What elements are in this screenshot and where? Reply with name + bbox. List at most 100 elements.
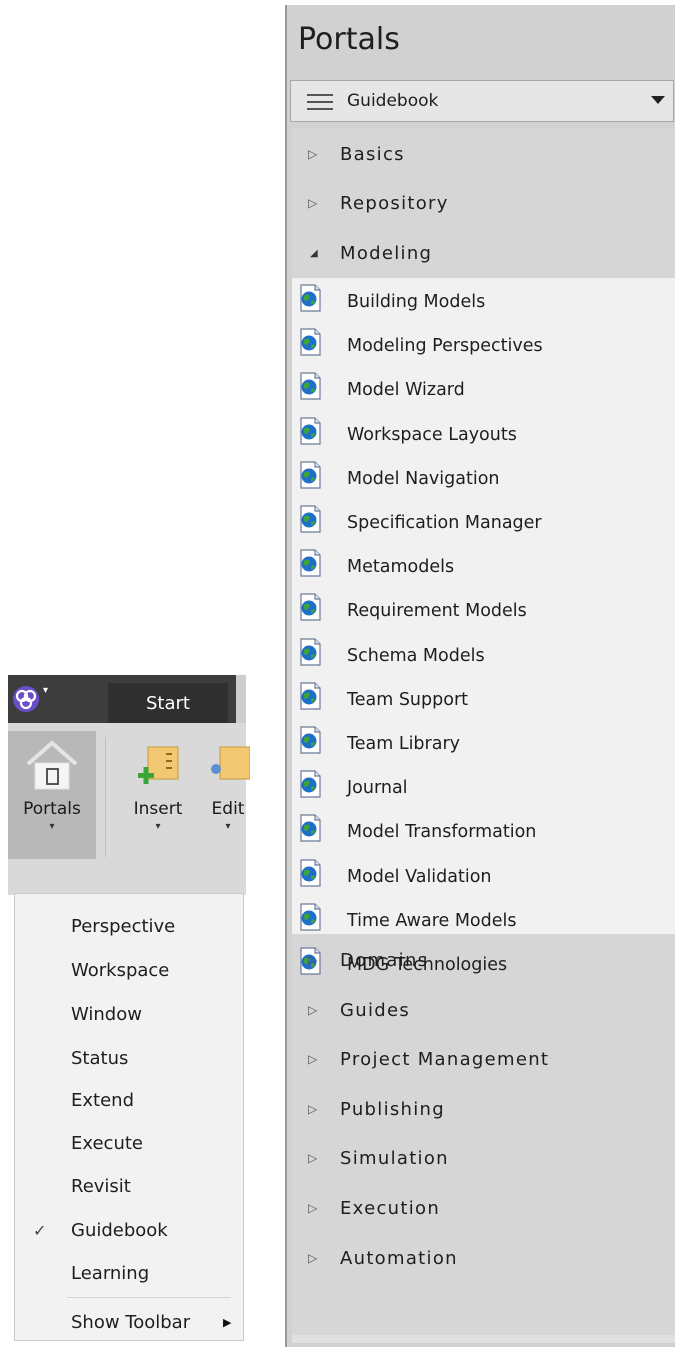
ribbon: ▾ Start Portals ▾ Insert ▾ Edit ▾ (8, 675, 250, 895)
tab-start[interactable]: Start (108, 683, 228, 723)
web-page-icon (300, 858, 321, 887)
menu-item-window[interactable]: Window (15, 994, 243, 1034)
menu-item-label: Revisit (71, 1175, 131, 1197)
web-page-icon (300, 549, 321, 577)
menu-item-workspace[interactable]: Workspace (15, 950, 243, 990)
menu-item-label: Extend (71, 1089, 134, 1111)
page-label: Model Transformation (347, 822, 537, 843)
menu-item-perspective[interactable]: Perspective (15, 906, 243, 946)
expand-arrow-icon: ▷ (308, 196, 319, 210)
ribbon-title-bar: ▾ Start (8, 675, 246, 723)
expand-arrow-icon: ▷ (308, 1151, 319, 1165)
category-label: Modeling (340, 242, 433, 264)
menu-item-label: Window (71, 1003, 142, 1025)
app-logo-icon (13, 686, 39, 712)
menu-item-revisit[interactable]: Revisit (15, 1166, 243, 1206)
page-label: Model Validation (347, 866, 492, 887)
page-label: Workspace Layouts (347, 424, 517, 445)
category-execution[interactable]: ▷ Execution (292, 1184, 675, 1232)
home-icon (24, 735, 80, 795)
page-label: Journal (347, 778, 408, 799)
web-page-icon (300, 284, 321, 312)
page-label: Metamodels (347, 557, 455, 578)
page-label: Team Library (347, 734, 461, 754)
modeling-page-item[interactable]: Team Support (292, 678, 675, 722)
category-label: Execution (340, 1197, 441, 1219)
category-automation[interactable]: ▷ Automation (292, 1234, 675, 1282)
web-page-icon (300, 372, 321, 400)
modeling-page-item[interactable]: Workspace Layouts (292, 413, 675, 457)
portal-selector-value: Guidebook (347, 91, 439, 111)
edit-element-icon (206, 735, 250, 795)
modeling-page-item[interactable]: Metamodels (292, 545, 675, 589)
chevron-down-icon: ▾ (49, 821, 55, 832)
portal-selector-dropdown[interactable]: Guidebook (290, 80, 674, 122)
category-publishing[interactable]: ▷ Publishing (292, 1085, 675, 1133)
web-page-icon (300, 593, 321, 621)
category-label: Basics (340, 143, 405, 165)
panel-bottom-strip (292, 1335, 675, 1343)
category-label: Simulation (340, 1147, 449, 1169)
modeling-page-item[interactable]: Model Navigation (292, 457, 675, 501)
menu-item-learning[interactable]: Learning (15, 1253, 243, 1293)
check-icon: ✓ (33, 1220, 47, 1240)
modeling-page-item[interactable]: Requirement Models (292, 589, 675, 633)
menu-item-label: Execute (71, 1132, 143, 1154)
modeling-page-item[interactable]: Modeling Perspectives (292, 324, 675, 368)
insert-label: Insert (133, 799, 183, 819)
web-page-icon (300, 682, 321, 710)
ribbon-tab-edge (236, 675, 246, 723)
insert-button[interactable]: Insert ▾ (116, 731, 200, 861)
web-page-icon (300, 416, 321, 445)
app-menu-button[interactable]: ▾ (8, 675, 48, 723)
modeling-page-item[interactable]: Model Transformation (292, 810, 675, 854)
edit-button[interactable]: Edit ▾ (206, 731, 250, 861)
page-label: Schema Models (347, 645, 485, 666)
web-page-icon (300, 328, 321, 356)
expand-arrow-icon: ▷ (308, 1251, 319, 1265)
web-page-icon (300, 814, 321, 842)
menu-item-execute[interactable]: Execute (15, 1123, 243, 1163)
menu-item-label: Perspective (71, 915, 176, 937)
modeling-page-item[interactable]: Team Library (292, 722, 675, 766)
expand-arrow-icon: ▷ (308, 1052, 319, 1066)
category-project-management[interactable]: ▷ Project Management (292, 1035, 675, 1083)
page-label: Team Support (347, 689, 468, 710)
modeling-page-item[interactable]: Model Wizard (292, 368, 675, 412)
page-label: Building Models (347, 292, 486, 312)
category-repository[interactable]: ▷ Repository (292, 179, 675, 227)
menu-item-show-toolbar[interactable]: Show Toolbar ▶ (15, 1302, 243, 1342)
modeling-page-item[interactable]: Model Validation (292, 855, 675, 899)
menu-item-label: Show Toolbar (71, 1311, 191, 1333)
modeling-page-item[interactable]: Building Models (292, 280, 675, 324)
expand-arrow-icon: ▷ (308, 953, 319, 967)
portals-button[interactable]: Portals ▾ (8, 731, 96, 859)
portals-dropdown-menu: Perspective Workspace Window Status Exte… (14, 893, 244, 1341)
menu-item-extend[interactable]: Extend (15, 1080, 243, 1120)
page-label: Model Navigation (347, 468, 500, 489)
menu-item-guidebook[interactable]: ✓ Guidebook (15, 1210, 243, 1250)
menu-item-label: Status (71, 1047, 129, 1069)
dropdown-arrow-icon (651, 96, 665, 104)
ribbon-body: Portals ▾ Insert ▾ Edit ▾ (8, 723, 250, 895)
category-basics[interactable]: ▷ Basics (292, 130, 675, 178)
category-domains[interactable]: ▷ Domains (292, 936, 675, 984)
modeling-page-item[interactable]: Journal (292, 766, 675, 810)
panel-title: Portals (298, 22, 400, 57)
collapse-arrow-icon: ◢ (310, 247, 319, 259)
modeling-page-item[interactable]: Specification Manager (292, 501, 675, 545)
web-page-icon (300, 770, 321, 798)
category-modeling[interactable]: ◢ Modeling (292, 229, 675, 277)
category-guides[interactable]: ▷ Guides (292, 986, 675, 1034)
category-simulation[interactable]: ▷ Simulation (292, 1134, 675, 1182)
page-label: Model Wizard (347, 380, 465, 401)
menu-item-status[interactable]: Status (15, 1038, 243, 1078)
menu-item-label: Learning (71, 1262, 150, 1284)
chevron-down-icon: ▾ (155, 821, 161, 832)
page-label: Requirement Models (347, 601, 527, 622)
web-page-icon (300, 637, 321, 666)
expand-arrow-icon: ▷ (308, 1003, 319, 1017)
modeling-page-item[interactable]: Schema Models (292, 634, 675, 678)
menu-item-label: Workspace (71, 959, 170, 981)
web-page-icon (300, 726, 321, 754)
